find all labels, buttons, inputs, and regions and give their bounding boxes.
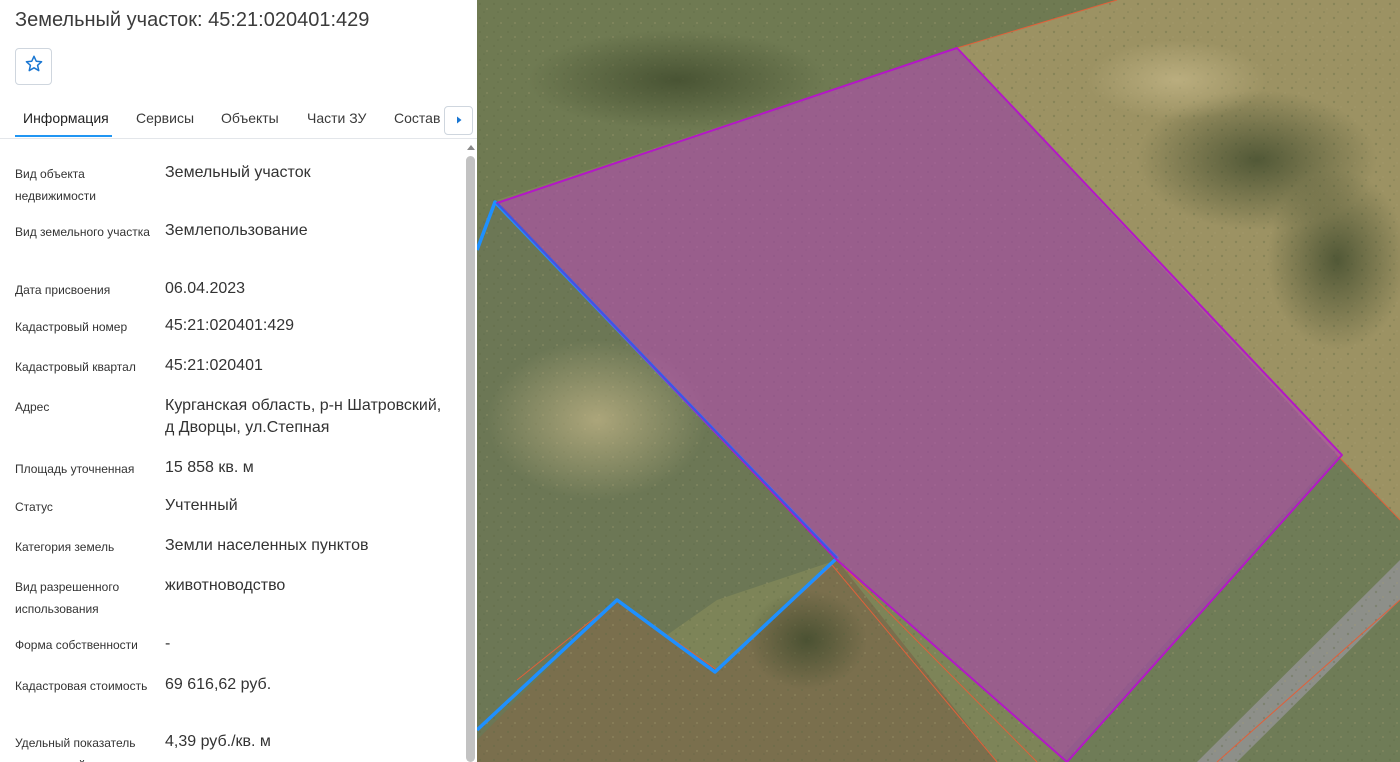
info-panel: Земельный участок: 45:21:020401:429 Инфо…	[0, 0, 477, 762]
attr-label: Вид разрешенного использования	[15, 580, 120, 616]
chevron-right-icon	[454, 112, 464, 130]
tab-composition[interactable]: Состав	[394, 110, 440, 126]
attr-value: 45:21:020401:429	[165, 317, 295, 334]
attr-label: Площадь уточненная	[15, 462, 135, 476]
attr-label: Кадастровый номер	[15, 320, 128, 334]
map-view[interactable]	[477, 0, 1400, 762]
attr-value: животноводство	[165, 577, 286, 594]
attr-value: -	[165, 635, 171, 652]
scrollbar-thumb[interactable]	[466, 156, 475, 762]
attr-value: Земли населенных пунктов	[165, 537, 369, 554]
attr-value: Учтенный	[165, 497, 238, 514]
active-tab-indicator	[15, 135, 112, 137]
favorite-button[interactable]	[15, 48, 52, 85]
attr-value: 45:21:020401	[165, 357, 263, 374]
tab-objects[interactable]: Объекты	[221, 110, 279, 126]
star-outline-icon	[24, 54, 44, 79]
tabs-scroll-right-button[interactable]	[444, 106, 473, 135]
tab-services[interactable]: Сервисы	[136, 110, 194, 126]
page-title: Земельный участок: 45:21:020401:429	[15, 9, 370, 31]
attr-value: 06.04.2023	[165, 280, 246, 297]
satellite-map[interactable]	[477, 0, 1400, 762]
attr-label: Вид земельного участка	[15, 225, 150, 239]
attr-value: Землепользование	[165, 222, 308, 239]
attr-value: 15 858 кв. м	[165, 459, 254, 476]
attr-label: Кадастровый квартал	[15, 360, 136, 374]
attr-label: Форма собственности	[15, 638, 138, 652]
attr-value: Курганская область, р-н Шатровский, д Дв…	[165, 397, 442, 436]
attr-label: Категория земель	[15, 540, 115, 554]
tab-parts[interactable]: Части ЗУ	[307, 110, 366, 126]
attr-label: Кадастровая стоимость	[15, 679, 148, 693]
attr-label: Удельный показатель кадастровой стоимост…	[15, 736, 147, 762]
attr-label: Статус	[15, 500, 53, 514]
scroll-up-arrow-icon[interactable]	[467, 145, 475, 150]
attr-value: 69 616,62 руб.	[165, 676, 272, 693]
tab-bar: Информация Сервисы Объекты Части ЗУ Сост…	[0, 100, 477, 139]
attr-label: Вид объекта недвижимости	[15, 167, 96, 203]
attr-label: Адрес	[15, 400, 50, 414]
attr-value: 4,39 руб./кв. м	[165, 733, 271, 750]
tab-info[interactable]: Информация	[23, 110, 109, 126]
attributes-list: Вид объекта недвижимости Земельный участ…	[0, 140, 462, 762]
attr-value: Земельный участок	[165, 164, 311, 181]
attr-label: Дата присвоения	[15, 283, 111, 297]
